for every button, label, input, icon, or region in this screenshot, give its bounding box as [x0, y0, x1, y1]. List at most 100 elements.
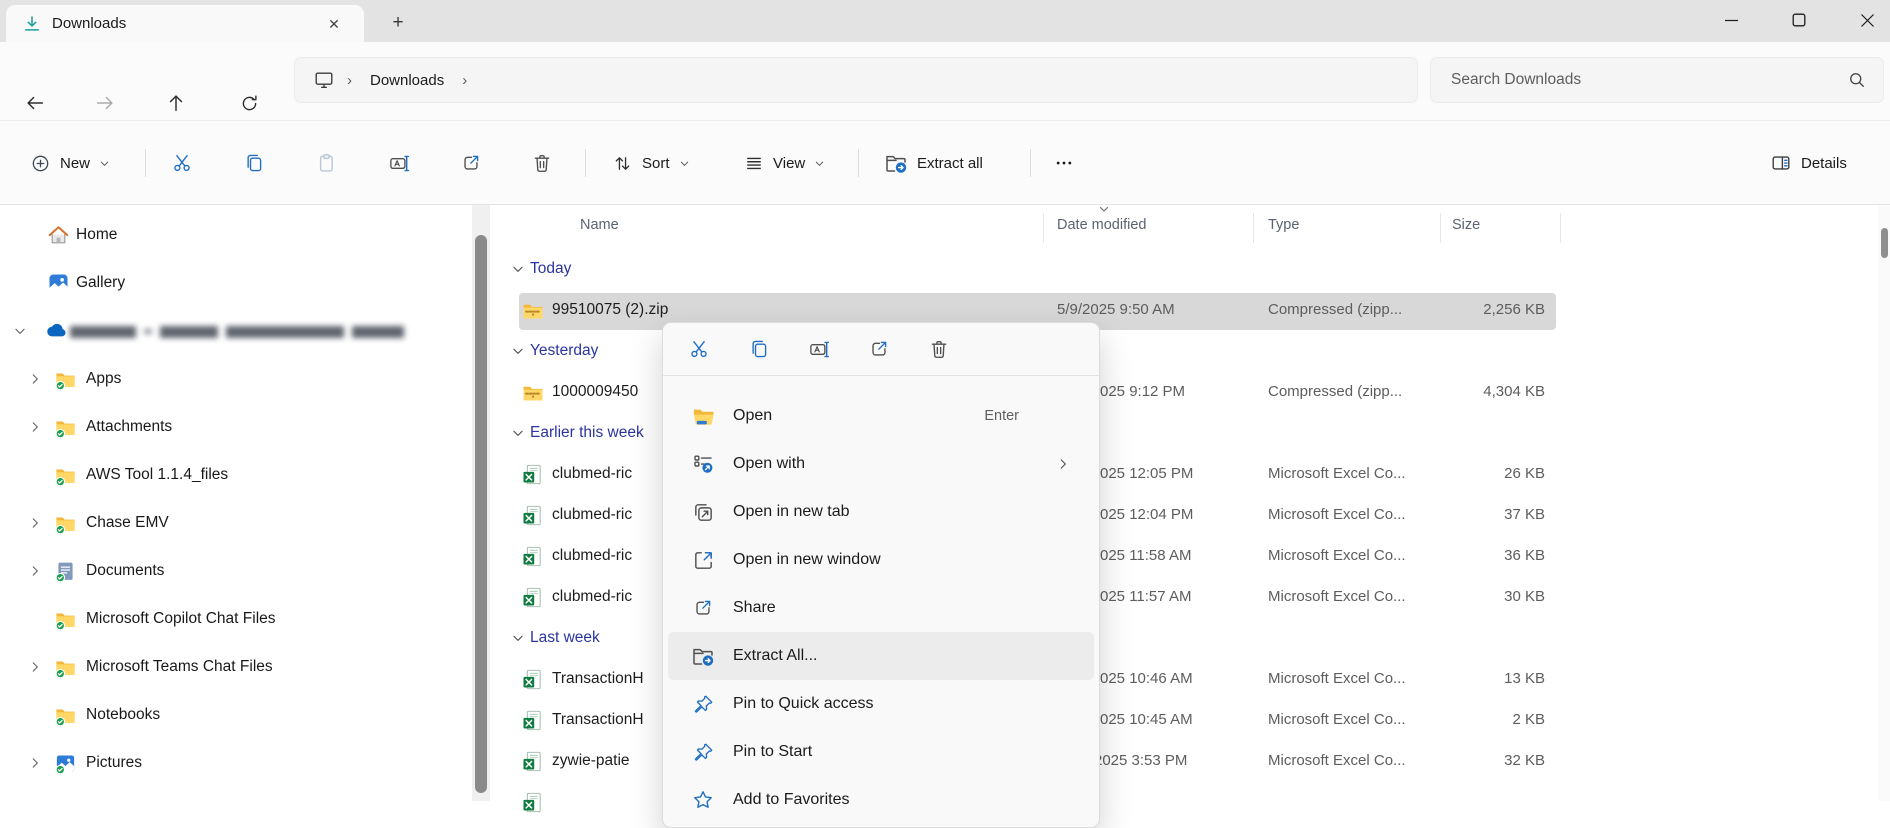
back-button[interactable] — [16, 84, 54, 122]
sidebar-item-home[interactable]: Home — [0, 214, 462, 256]
this-pc-monitor-icon[interactable] — [313, 69, 335, 91]
sidebar-item-apps[interactable]: Apps — [0, 358, 462, 400]
chevron-right-icon[interactable] — [28, 420, 42, 434]
menu-item-add-to-favorites[interactable]: Add to Favorites — [668, 776, 1094, 824]
chevron-down-icon — [511, 344, 525, 358]
sort-button-label: Sort — [642, 154, 670, 172]
list-scrollbar-track[interactable] — [1878, 205, 1890, 801]
sidebar-item-gallery[interactable]: Gallery — [0, 262, 462, 304]
share-button[interactable] — [857, 330, 901, 368]
view-button[interactable]: View — [732, 139, 837, 187]
sidebar-item-microsoft-copilot-chat-files[interactable]: Microsoft Copilot Chat Files — [0, 598, 462, 640]
extract-all-button[interactable]: Extract all — [872, 139, 995, 187]
sidebar-item-pictures[interactable]: Pictures — [0, 742, 462, 784]
cut-icon — [688, 338, 710, 360]
details-label: Details — [1801, 154, 1847, 172]
delete-button[interactable] — [917, 330, 961, 368]
sidebar-item-label: Microsoft Teams Chat Files — [86, 658, 273, 675]
new-tab-button[interactable]: + — [384, 9, 412, 37]
chevron-right-icon[interactable] — [28, 516, 42, 530]
sidebar-item-microsoft-teams-chat-files[interactable]: Microsoft Teams Chat Files — [0, 646, 462, 688]
list-scrollbar-thumb[interactable] — [1881, 228, 1888, 258]
menu-item-pin-to-quick-access[interactable]: Pin to Quick access — [668, 680, 1094, 728]
chevron-right-icon[interactable] — [28, 660, 42, 674]
cut-button[interactable] — [160, 143, 204, 183]
column-header-name[interactable]: Name — [580, 217, 619, 233]
breadcrumb-downloads[interactable]: Downloads — [364, 68, 450, 93]
tab-close-icon[interactable]: ✕ — [322, 12, 346, 36]
window-maximize-button[interactable] — [1776, 0, 1822, 40]
onedrive-icon — [42, 318, 68, 344]
menu-item-pin-to-start[interactable]: Pin to Start — [668, 728, 1094, 776]
menu-item-extract-all[interactable]: Extract All... — [668, 632, 1094, 680]
chevron-down-icon[interactable] — [13, 324, 27, 338]
sidebar-scrollbar-thumb[interactable] — [475, 235, 487, 793]
extract-all-label: Extract all — [917, 154, 983, 172]
excel-file-icon — [521, 504, 544, 527]
excel-file-icon — [521, 545, 544, 568]
column-header-type[interactable]: Type — [1268, 217, 1299, 233]
menu-item-label: Extract All... — [733, 647, 818, 664]
navigation-pane: Home Gallery Apps Attachments AWS Tool 1.1.4… — [0, 205, 470, 801]
search-input[interactable] — [1431, 71, 1847, 89]
excel-file-icon — [521, 791, 544, 814]
sort-button[interactable]: Sort — [600, 139, 702, 187]
folder-sync-icon — [54, 704, 77, 727]
delete-icon — [928, 338, 950, 360]
details-pane-button[interactable]: Details — [1758, 139, 1859, 187]
cut-button[interactable] — [677, 330, 721, 368]
address-bar[interactable]: › Downloads › — [294, 57, 1418, 103]
sidebar-item-onedrive[interactable] — [0, 310, 462, 352]
file-name: zywie-patie — [552, 752, 630, 769]
sidebar-item-label: Documents — [86, 562, 165, 579]
copy-button[interactable] — [232, 143, 276, 183]
open-with-icon — [690, 451, 716, 477]
chevron-right-icon[interactable] — [28, 372, 42, 386]
sidebar-item-notebooks[interactable]: Notebooks — [0, 694, 462, 736]
rename-button[interactable] — [797, 330, 841, 368]
share-button[interactable] — [449, 143, 493, 183]
paste-button[interactable] — [305, 143, 349, 183]
more-options-button[interactable] — [1042, 143, 1086, 183]
copy-icon — [243, 152, 265, 174]
folder-sync-icon — [54, 608, 77, 631]
sidebar-item-chase-emv[interactable]: Chase EMV — [0, 502, 462, 544]
chevron-right-icon[interactable] — [28, 564, 42, 578]
window-minimize-button[interactable] — [1708, 0, 1754, 40]
rename-button[interactable] — [377, 143, 421, 183]
up-button[interactable] — [157, 84, 195, 122]
sort-direction-icon — [1098, 203, 1110, 215]
sidebar-item-aws-tool-1-1-4-files[interactable]: AWS Tool 1.1.4_files — [0, 454, 462, 496]
new-button[interactable]: New — [18, 139, 122, 187]
sidebar-item-documents[interactable]: Documents — [0, 550, 462, 592]
refresh-button[interactable] — [230, 84, 268, 122]
file-size: 36 KB — [1504, 547, 1545, 564]
file-name: clubmed-ric — [552, 465, 633, 482]
sidebar-item-label: AWS Tool 1.1.4_files — [86, 466, 229, 483]
pictures-sync-icon — [54, 752, 77, 775]
menu-item-open-with[interactable]: Open with — [668, 440, 1094, 488]
menu-item-label: Open — [733, 407, 773, 424]
menu-item-open-in-new-tab[interactable]: Open in new tab — [668, 488, 1094, 536]
tab-downloads[interactable]: Downloads ✕ — [6, 5, 364, 42]
pin-icon — [690, 691, 716, 717]
search-box[interactable] — [1430, 57, 1884, 103]
group-header-today[interactable]: Today — [490, 250, 1878, 291]
folder-sync-icon — [54, 368, 77, 391]
chevron-down-icon — [511, 631, 525, 645]
column-header-date-modified[interactable]: Date modified — [1057, 217, 1146, 233]
menu-item-share[interactable]: Share — [668, 584, 1094, 632]
copy-button[interactable] — [737, 330, 781, 368]
delete-button[interactable] — [520, 143, 564, 183]
sidebar-item-label: Notebooks — [86, 706, 161, 723]
file-date-modified: 025 10:45 AM — [1100, 711, 1193, 728]
menu-item-label: Share — [733, 599, 776, 616]
menu-item-open-in-new-window[interactable]: Open in new window — [668, 536, 1094, 584]
menu-item-label: Pin to Start — [733, 743, 813, 760]
chevron-right-icon[interactable] — [28, 756, 42, 770]
column-header-size[interactable]: Size — [1452, 217, 1480, 233]
window-close-button[interactable] — [1844, 0, 1890, 40]
menu-item-open[interactable]: Open Enter — [668, 392, 1094, 440]
sidebar-item-attachments[interactable]: Attachments — [0, 406, 462, 448]
forward-button[interactable] — [86, 84, 124, 122]
